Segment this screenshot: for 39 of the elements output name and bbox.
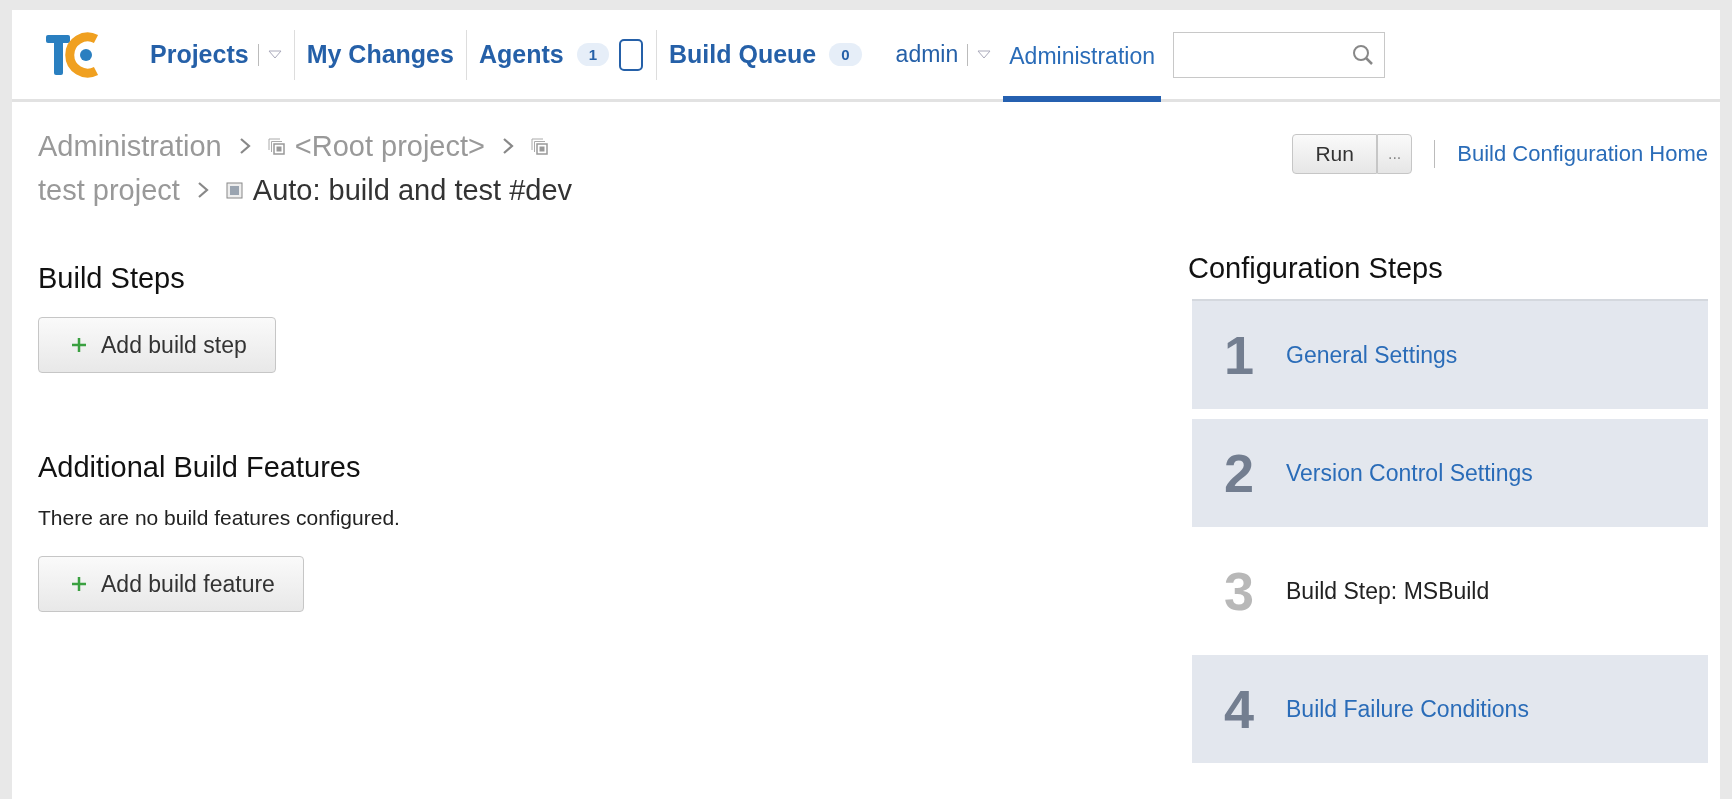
plus-icon: [71, 576, 87, 592]
add-button[interactable]: Add build step: [38, 317, 276, 373]
dropdown-icon[interactable]: [977, 50, 992, 59]
section-title: Configuration Steps: [1188, 252, 1443, 285]
config-step[interactable]: 4 Build Failure Conditions: [1192, 655, 1708, 763]
step-label: Version Control Settings: [1286, 459, 1533, 487]
nav-link[interactable]: My Changes: [306, 40, 454, 69]
step-label: Build Step: MSBuild: [1286, 577, 1490, 605]
step-label: Build Failure Conditions: [1286, 695, 1529, 723]
config-icon: [225, 181, 243, 199]
dropdown-icon[interactable]: [267, 50, 282, 59]
step-number: 4: [1222, 678, 1255, 740]
project-icon: [267, 137, 285, 155]
count-badge: 1: [576, 43, 609, 66]
empty-message: There are no build features configured.: [38, 506, 401, 530]
step-number: 3: [1222, 560, 1255, 622]
agent-icon[interactable]: [618, 37, 644, 72]
nav-link[interactable]: Projects: [150, 40, 249, 69]
section-title: Build Steps: [38, 262, 186, 295]
count-badge: 0: [829, 43, 862, 66]
home-link[interactable]: Build Configuration Home: [1457, 141, 1708, 167]
search-icon: [1352, 43, 1374, 66]
search-field[interactable]: [1173, 31, 1385, 78]
add-button[interactable]: Add build feature: [38, 556, 304, 612]
step-number: 2: [1222, 442, 1255, 504]
user-menu[interactable]: admin: [895, 41, 959, 68]
section-title: Additional Build Features: [38, 451, 362, 484]
step-label: General Settings: [1286, 341, 1458, 369]
admin-tab[interactable]: Administration: [1003, 10, 1161, 102]
plus-icon: [71, 337, 87, 353]
breadcrumb-current: Auto: build and test #dev: [252, 173, 573, 208]
step-number: 1: [1222, 324, 1255, 386]
chevron-icon: [501, 136, 515, 156]
run-button[interactable]: Run: [1292, 134, 1377, 174]
nav-link[interactable]: Agents: [478, 40, 564, 69]
config-step[interactable]: 2 Version Control Settings: [1192, 419, 1708, 527]
config-step[interactable]: 1 General Settings: [1192, 301, 1708, 409]
project-icon: [531, 137, 548, 155]
nav-link[interactable]: Build Queue: [669, 40, 817, 69]
